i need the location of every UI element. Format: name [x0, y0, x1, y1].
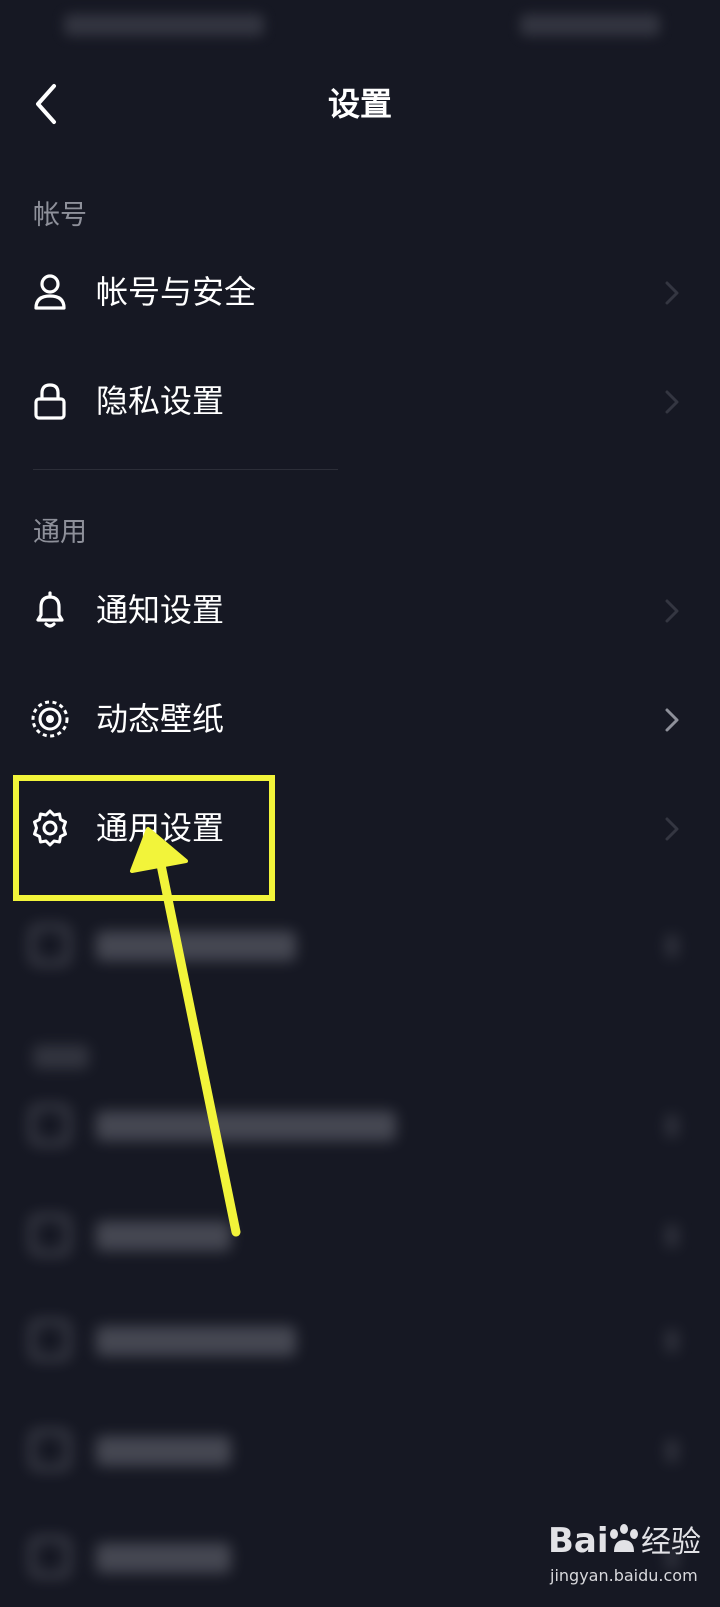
- user-icon: [34, 274, 66, 310]
- settings-item-label: 通知设置: [96, 591, 225, 629]
- back-button[interactable]: [22, 78, 74, 130]
- chevron-right-icon: [665, 281, 679, 305]
- settings-item-notifications[interactable]: 通知设置: [0, 560, 720, 660]
- chevron-right-icon: [665, 390, 679, 414]
- section-title-general: 通用: [33, 517, 87, 548]
- settings-item-label: 动态壁纸: [96, 700, 225, 738]
- lock-icon: [34, 383, 66, 420]
- section-title-account: 帐号: [33, 200, 87, 231]
- settings-item-privacy[interactable]: 隐私设置: [0, 351, 720, 451]
- settings-item-account-security[interactable]: 帐号与安全: [0, 242, 720, 342]
- section-divider: [33, 469, 338, 470]
- blurred-list-item: [0, 1400, 720, 1500]
- settings-item-label: 帐号与安全: [96, 273, 257, 311]
- baidu-jingyan-watermark: Bai 经验 jingyan.baidu.com: [548, 1512, 718, 1592]
- svg-text:Bai: Bai: [548, 1521, 609, 1561]
- blurred-list-item: [0, 1185, 720, 1285]
- status-bar: [0, 0, 720, 56]
- blurred-settings-list: [0, 895, 720, 1600]
- blurred-list-item: [0, 1075, 720, 1175]
- back-arrow-icon: [36, 84, 56, 124]
- settings-item-label: 通用设置: [96, 809, 225, 847]
- settings-item-label: 隐私设置: [96, 382, 225, 420]
- blurred-section-title: [33, 1045, 89, 1069]
- settings-item-dynamic-wallpaper[interactable]: 动态壁纸: [0, 669, 720, 769]
- baidu-paw-logo-icon: Bai 经验: [548, 1521, 701, 1561]
- bell-icon: [36, 591, 64, 628]
- system-indicators: [520, 14, 660, 36]
- nav-bar: 设置: [0, 64, 720, 144]
- dynamic-wallpaper-icon: [31, 700, 69, 738]
- svg-text:经验: 经验: [641, 1525, 701, 1560]
- watermark-url: jingyan.baidu.com: [550, 1566, 698, 1585]
- settings-item-general-settings[interactable]: 通用设置: [0, 778, 720, 878]
- carrier-info: [64, 14, 264, 36]
- blurred-list-item: [0, 1290, 720, 1390]
- gear-icon: [33, 809, 67, 847]
- chevron-right-icon: [665, 708, 679, 732]
- chevron-right-icon: [665, 599, 679, 623]
- blurred-list-item: [0, 895, 720, 995]
- chevron-right-icon: [665, 817, 679, 841]
- page-title: 设置: [327, 85, 392, 123]
